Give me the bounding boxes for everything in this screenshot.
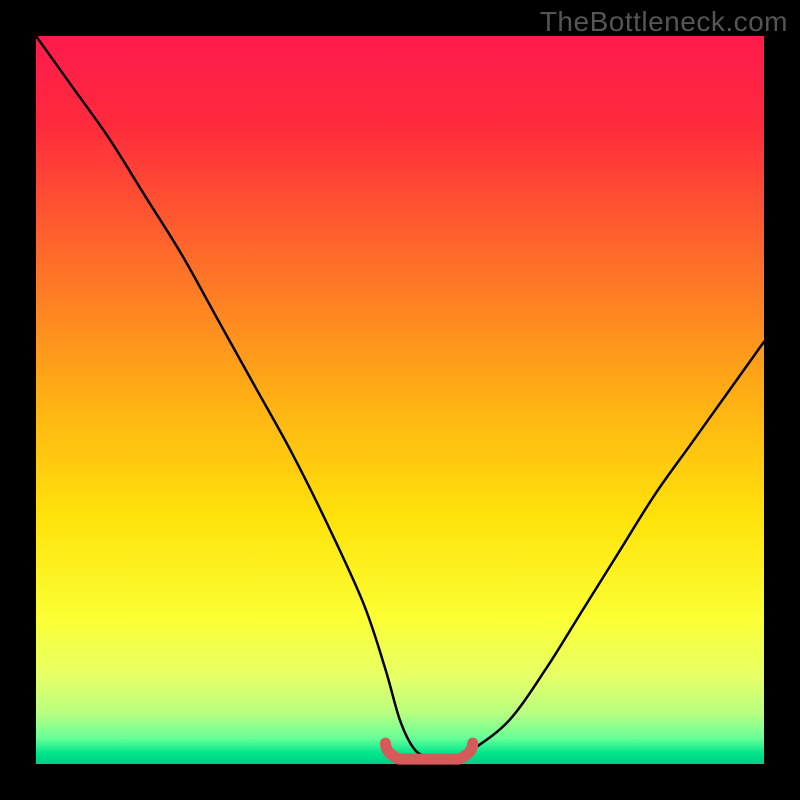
watermark-text: TheBottleneck.com — [540, 6, 788, 38]
bottleneck-chart — [0, 0, 800, 800]
chart-frame: TheBottleneck.com — [0, 0, 800, 800]
plot-gradient-background — [36, 36, 764, 764]
